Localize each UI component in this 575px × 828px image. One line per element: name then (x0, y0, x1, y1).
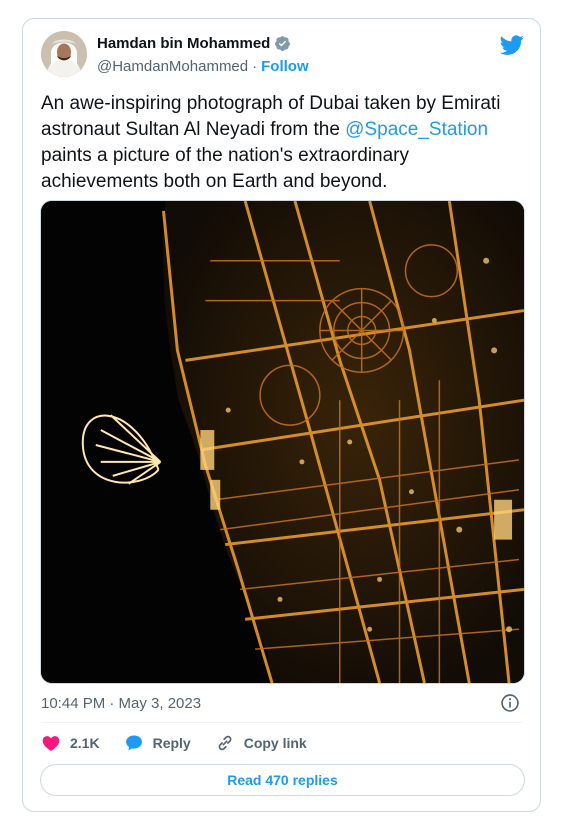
tweet-text-after: paints a picture of the nation's extraor… (41, 145, 410, 192)
mention-link[interactable]: @Space_Station (345, 119, 488, 140)
like-button[interactable]: 2.1K (41, 733, 100, 753)
tweet-embed-card: Hamdan bin Mohammed @HamdanMohammed · Fo… (22, 18, 541, 812)
dubai-night-photo (41, 201, 524, 683)
link-icon (218, 735, 232, 751)
reply-label: Reply (152, 735, 191, 751)
reply-button[interactable]: Reply (124, 733, 191, 753)
tweet-text: An awe-inspiring photograph of Dubai tak… (41, 91, 527, 195)
speech-bubble-icon (125, 735, 142, 751)
divider (41, 722, 522, 723)
heart-icon (42, 736, 60, 751)
copy-link-button[interactable]: Copy link (215, 733, 307, 753)
info-icon[interactable] (500, 693, 520, 713)
twitter-bird-icon[interactable] (500, 33, 524, 57)
tweet-photo[interactable] (40, 200, 525, 684)
author-display-name[interactable]: Hamdan bin Mohammed (97, 35, 270, 52)
handle-separator: · (252, 58, 258, 75)
like-count: 2.1K (70, 735, 100, 751)
author-name-row: Hamdan bin Mohammed (97, 35, 291, 52)
author-handle[interactable]: @HamdanMohammed (97, 58, 248, 75)
action-bar: 2.1K Reply Copy link (41, 733, 331, 753)
avatar[interactable] (41, 31, 87, 77)
tweet-timestamp[interactable]: 10:44 PM · May 3, 2023 (41, 695, 201, 712)
author-handle-row: @HamdanMohammed · Follow (97, 58, 309, 75)
read-replies-button[interactable]: Read 470 replies (40, 764, 525, 796)
follow-link[interactable]: Follow (261, 58, 309, 75)
copy-link-label: Copy link (243, 735, 307, 751)
verified-badge-icon (275, 36, 291, 51)
